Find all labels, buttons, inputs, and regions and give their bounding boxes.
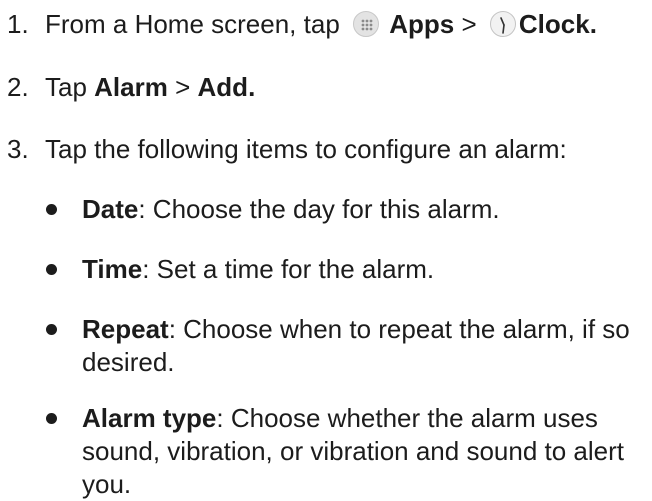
separator: >: [461, 9, 477, 39]
step-number: 1.: [7, 9, 29, 39]
step-3-text: Tap the following items to configure an …: [45, 134, 567, 164]
step-3: 3. Tap the following items to configure a…: [7, 133, 648, 166]
apps-label: Apps: [389, 9, 455, 39]
alarm-label: Alarm: [94, 72, 168, 102]
bullet-time: Time: Set a time for the alarm.: [46, 253, 648, 286]
bullet-desc: : Set a time for the alarm.: [142, 254, 435, 284]
step-2: 2. Tap Alarm > Add.: [7, 71, 648, 104]
clock-label: Clock: [518, 9, 590, 39]
bullet-dot: [46, 413, 57, 424]
bullet-date: Date: Choose the day for this alarm.: [46, 193, 648, 226]
step-number: 2.: [7, 72, 29, 102]
bullet-term: Alarm type: [82, 403, 217, 433]
bullet-desc: : Choose the day for this alarm.: [138, 194, 500, 224]
bullet-repeat: Repeat: Choose when to repeat the alarm,…: [46, 313, 648, 379]
bullet-alarm-type: Alarm type: Choose whether the alarm use…: [46, 402, 648, 501]
add-label: Add: [197, 72, 249, 102]
instructions-document: 1. From a Home screen, tap Apps > Clock. …: [0, 0, 652, 499]
step-2-prefix: Tap: [45, 72, 87, 102]
step-1-prefix: From a Home screen, tap: [45, 9, 340, 39]
bullet-dot: [46, 264, 57, 275]
bullet-term: Date: [82, 194, 139, 224]
bullet-dot: [46, 324, 57, 335]
step-2-period: .: [248, 72, 256, 102]
step-number: 3.: [7, 134, 29, 164]
bullet-term: Repeat: [82, 314, 169, 344]
bullet-dot: [46, 204, 57, 215]
step-1: 1. From a Home screen, tap Apps > Clock.: [7, 8, 648, 41]
separator: >: [175, 72, 191, 102]
clock-icon: [489, 11, 516, 37]
step-1-period: .: [589, 9, 597, 39]
bullet-term: Time: [82, 254, 143, 284]
apps-grid-icon: [353, 11, 380, 37]
